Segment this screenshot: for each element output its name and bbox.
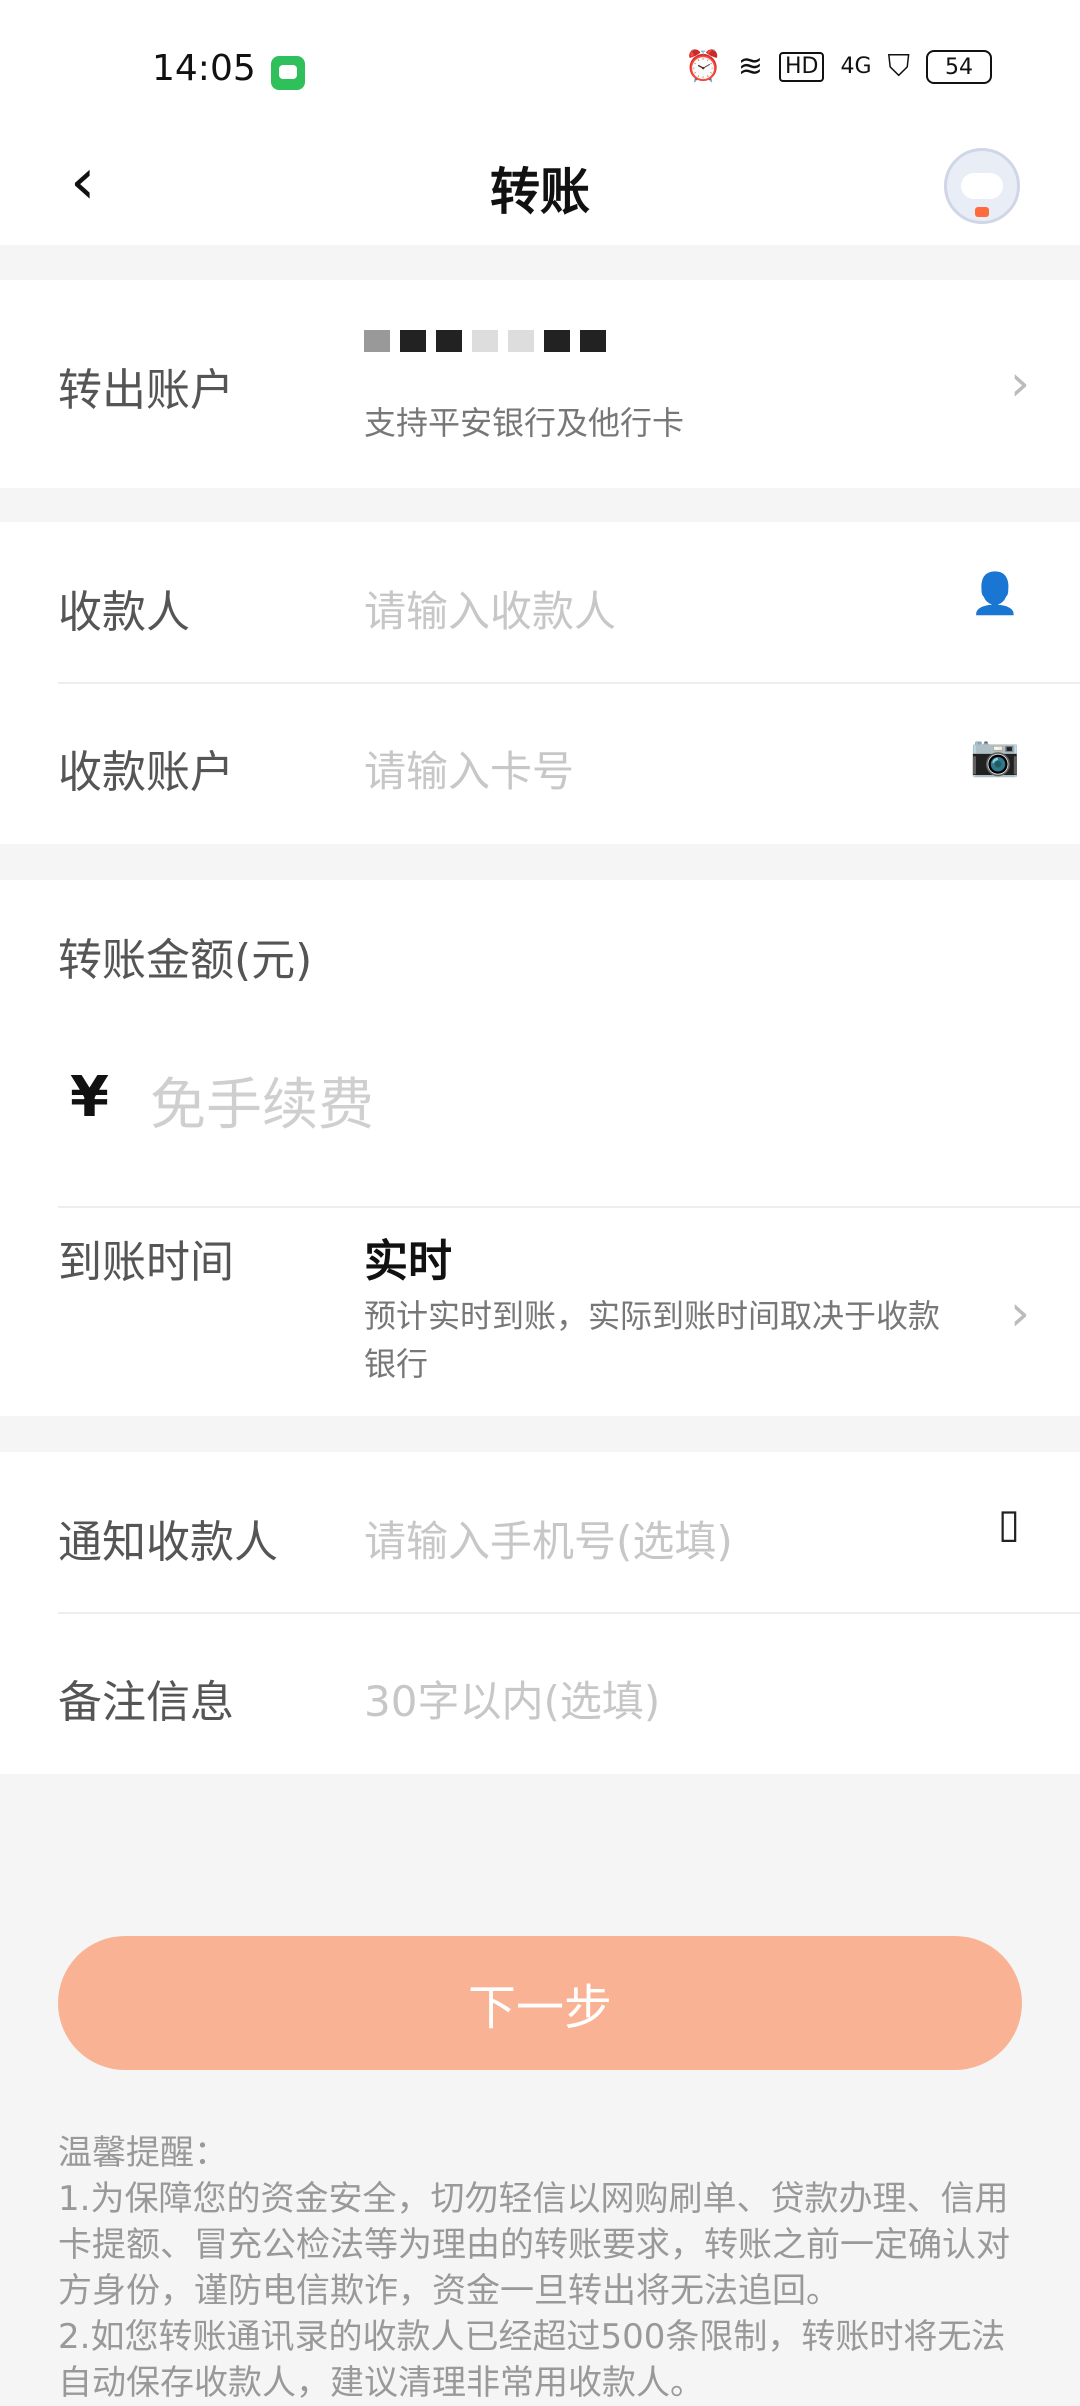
divider	[58, 1612, 1080, 1614]
status-time: 14:05	[152, 48, 256, 89]
next-step-button[interactable]: 下一步	[58, 1936, 1022, 2070]
status-bar: 14:05 ⏰ ≋ HD 4G ⛉ 54	[0, 0, 1080, 120]
address-book-icon[interactable]: ▯	[998, 1504, 1020, 1544]
payee-section: 收款人 请输入收款人 👤 收款账户 请输入卡号 📷	[0, 522, 1080, 844]
warm-reminder: 温馨提醒： 1.为保障您的资金安全，切勿轻信以网购刷单、贷款办理、信用卡提额、冒…	[58, 2130, 1028, 2406]
wifi-icon: ≋	[737, 49, 763, 84]
masked-account-number	[364, 330, 606, 352]
amount-label: 转账金额(元)	[58, 935, 313, 986]
camera-icon[interactable]: 📷	[970, 736, 1020, 776]
payee-label: 收款人	[58, 587, 190, 638]
from-account-label: 转出账户	[58, 365, 234, 416]
page-title: 转账	[490, 163, 590, 221]
arrival-time-label: 到账时间	[58, 1237, 234, 1288]
chevron-right-icon: ›	[1010, 354, 1030, 412]
from-account-sub: 支持平安银行及他行卡	[364, 404, 685, 442]
message-notification-icon	[271, 56, 305, 90]
contact-person-icon[interactable]: 👤	[970, 574, 1020, 614]
alarm-icon: ⏰	[684, 49, 722, 84]
status-icons: ⏰ ≋ HD 4G ⛉ 54	[684, 50, 992, 84]
payee-account-label: 收款账户	[58, 747, 234, 798]
currency-symbol: ¥	[70, 1065, 109, 1130]
amount-input[interactable]: 免手续费	[150, 1060, 374, 1141]
hd-icon: HD	[778, 52, 825, 82]
shield-icon: ⛉	[887, 49, 911, 84]
chevron-right-icon[interactable]: ›	[1010, 1288, 1030, 1338]
from-account-row[interactable]: 转出账户 支持平安银行及他行卡 ›	[0, 280, 1080, 488]
battery-icon: 54	[926, 50, 992, 84]
divider	[58, 1206, 1080, 1208]
extra-info-section: 通知收款人 请输入手机号(选填) ▯ 备注信息 30字以内(选填)	[0, 1452, 1080, 1774]
amount-section: 转账金额(元) ¥ 免手续费 到账时间 实时 预计实时到账，实际到账时间取决于收…	[0, 880, 1080, 1416]
mascot-avatar-icon[interactable]	[944, 148, 1020, 224]
nav-bar: ‹ 转账	[0, 120, 1080, 245]
signal-icon: 4G	[840, 54, 872, 79]
payee-account-input[interactable]: 请输入卡号	[364, 738, 574, 799]
notice-item: 2.如您转账通讯录的收款人已经超过500条限制，转账时将无法自动保存收款人，建议…	[58, 2317, 1006, 2403]
divider	[58, 682, 1080, 684]
notice-item: 1.为保障您的资金安全，切勿轻信以网购刷单、贷款办理、信用卡提额、冒充公检法等为…	[58, 2179, 1010, 2311]
notify-phone-input[interactable]: 请输入手机号(选填)	[364, 1508, 733, 1569]
remark-input[interactable]: 30字以内(选填)	[364, 1668, 660, 1729]
remark-label: 备注信息	[58, 1677, 234, 1728]
notice-title: 温馨提醒：	[58, 2133, 228, 2173]
payee-input[interactable]: 请输入收款人	[364, 578, 616, 639]
notify-label: 通知收款人	[58, 1517, 278, 1568]
arrival-time-desc: 预计实时到账，实际到账时间取决于收款银行	[364, 1297, 941, 1383]
arrival-time-value[interactable]: 实时	[364, 1225, 452, 1289]
